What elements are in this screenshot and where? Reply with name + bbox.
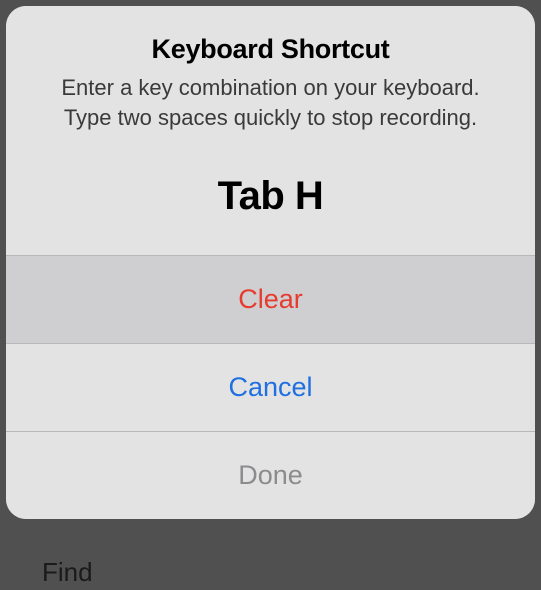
done-button[interactable]: Done <box>6 431 535 519</box>
keyboard-shortcut-alert: Keyboard Shortcut Enter a key combinatio… <box>6 6 535 519</box>
shortcut-recording-display[interactable]: Tab H <box>30 174 511 219</box>
alert-message: Enter a key combination on your keyboard… <box>30 73 511 132</box>
clear-button[interactable]: Clear <box>6 255 535 343</box>
alert-title: Keyboard Shortcut <box>30 34 511 65</box>
background-peek-text: Find <box>42 557 93 588</box>
cancel-button[interactable]: Cancel <box>6 343 535 431</box>
alert-buttons: Clear Cancel Done <box>6 255 535 519</box>
alert-content: Keyboard Shortcut Enter a key combinatio… <box>6 6 535 255</box>
